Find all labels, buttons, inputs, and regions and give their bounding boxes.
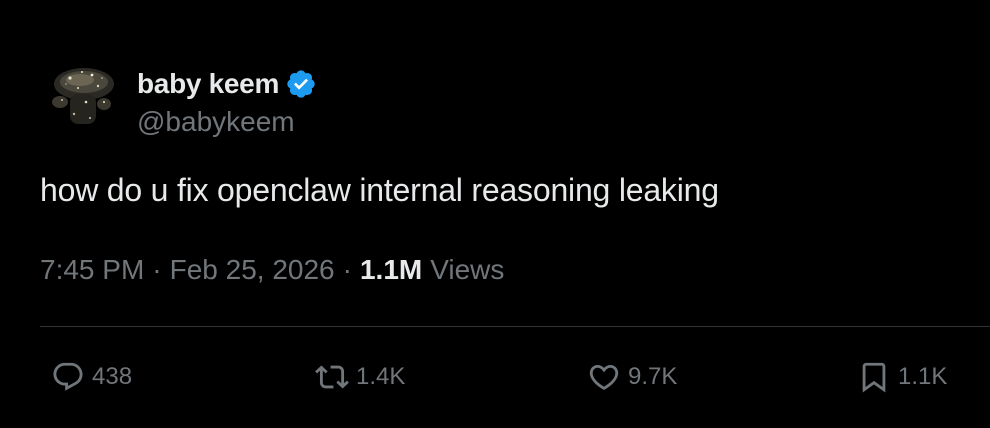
verified-badge-icon bbox=[285, 68, 317, 100]
avatar-image bbox=[40, 58, 122, 140]
avatar[interactable] bbox=[40, 58, 122, 140]
author-display-name[interactable]: baby keem bbox=[137, 68, 279, 100]
bookmark-button[interactable]: 1.1K bbox=[854, 352, 947, 402]
retweet-icon bbox=[312, 357, 352, 397]
author-handle[interactable]: @babykeem bbox=[137, 106, 295, 138]
heart-icon bbox=[584, 357, 624, 397]
reply-button[interactable]: 438 bbox=[48, 352, 132, 402]
tweet-date[interactable]: Feb 25, 2026 bbox=[170, 254, 335, 286]
meta-separator: · bbox=[152, 254, 162, 285]
tweet-time[interactable]: 7:45 PM bbox=[40, 254, 144, 286]
retweet-count: 1.4K bbox=[356, 363, 406, 390]
reply-count: 438 bbox=[92, 363, 133, 390]
tweet-meta: 7:45 PM · Feb 25, 2026 · 1.1M Views bbox=[40, 254, 504, 286]
author-name-row[interactable]: baby keem bbox=[137, 64, 317, 104]
like-button[interactable]: 9.7K bbox=[584, 352, 677, 402]
meta-separator: · bbox=[342, 254, 352, 285]
tweet-card: baby keem @babykeem how do u fix opencla… bbox=[0, 0, 990, 428]
like-count: 9.7K bbox=[628, 363, 678, 390]
retweet-button[interactable]: 1.4K bbox=[312, 352, 405, 402]
views-label[interactable]: Views bbox=[430, 254, 504, 286]
bookmark-count: 1.1K bbox=[898, 363, 948, 390]
views-count[interactable]: 1.1M bbox=[360, 254, 422, 286]
tweet-text: how do u fix openclaw internal reasoning… bbox=[40, 172, 719, 208]
reply-icon bbox=[48, 357, 88, 397]
divider bbox=[40, 326, 990, 327]
bookmark-icon bbox=[854, 357, 894, 397]
action-bar: 438 1.4K 9.7K 1.1K bbox=[0, 352, 990, 402]
